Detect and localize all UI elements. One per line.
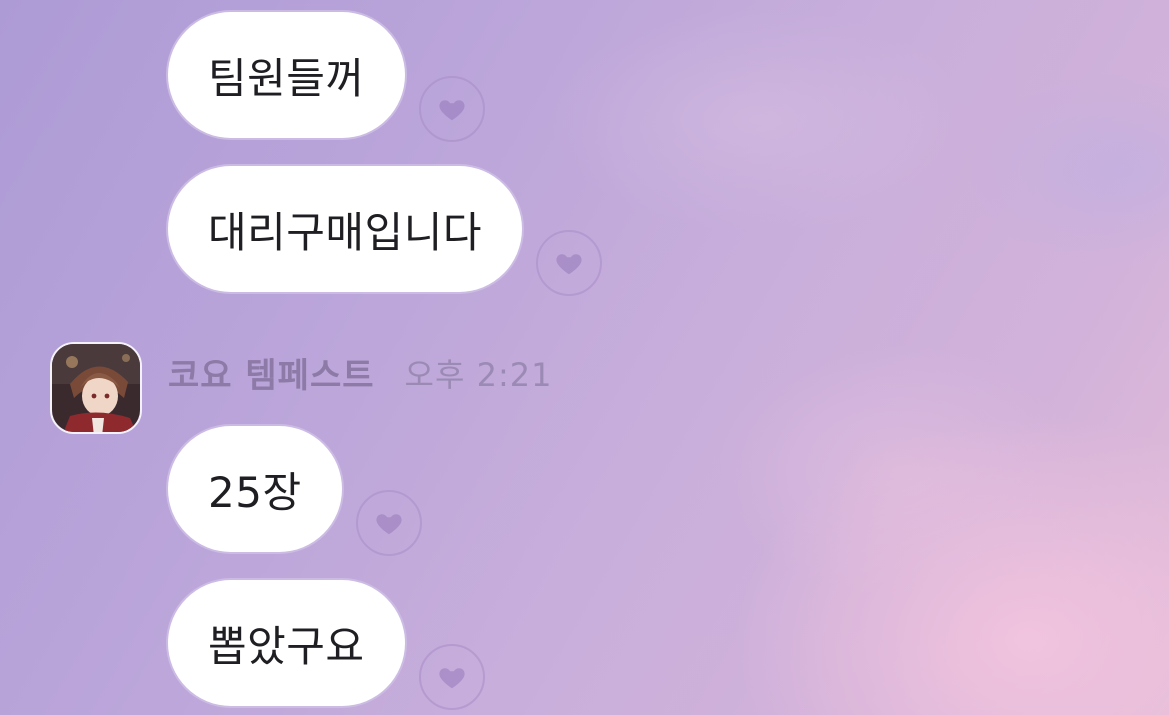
sender-name[interactable]: 코요 템페스트 [168,348,375,397]
heart-icon[interactable] [535,230,602,296]
message-row: 25장 [168,426,422,556]
message-bubble[interactable]: 팀원들꺼 [168,12,405,138]
message-row: 팀원들꺼 [168,12,485,142]
avatar[interactable] [50,342,142,434]
sender-header: 코요 템페스트 오후 2:21 [50,342,552,434]
message-bubble[interactable]: 25장 [168,426,342,552]
heart-icon[interactable] [418,76,485,142]
message-bubble[interactable]: 대리구매입니다 [168,166,522,292]
message-bubble[interactable]: 뽑았구요 [168,580,405,706]
message-row: 대리구매입니다 [168,166,602,296]
timestamp: 오후 2:21 [404,356,553,394]
heart-icon[interactable] [418,644,485,710]
message-row: 뽑았구요 [168,580,485,710]
heart-icon[interactable] [355,490,422,556]
chat-thread: 팀원들꺼 대리구매입니다 코요 템페스트 오후 2:21 25장 뽑았구요 [0,0,1169,715]
